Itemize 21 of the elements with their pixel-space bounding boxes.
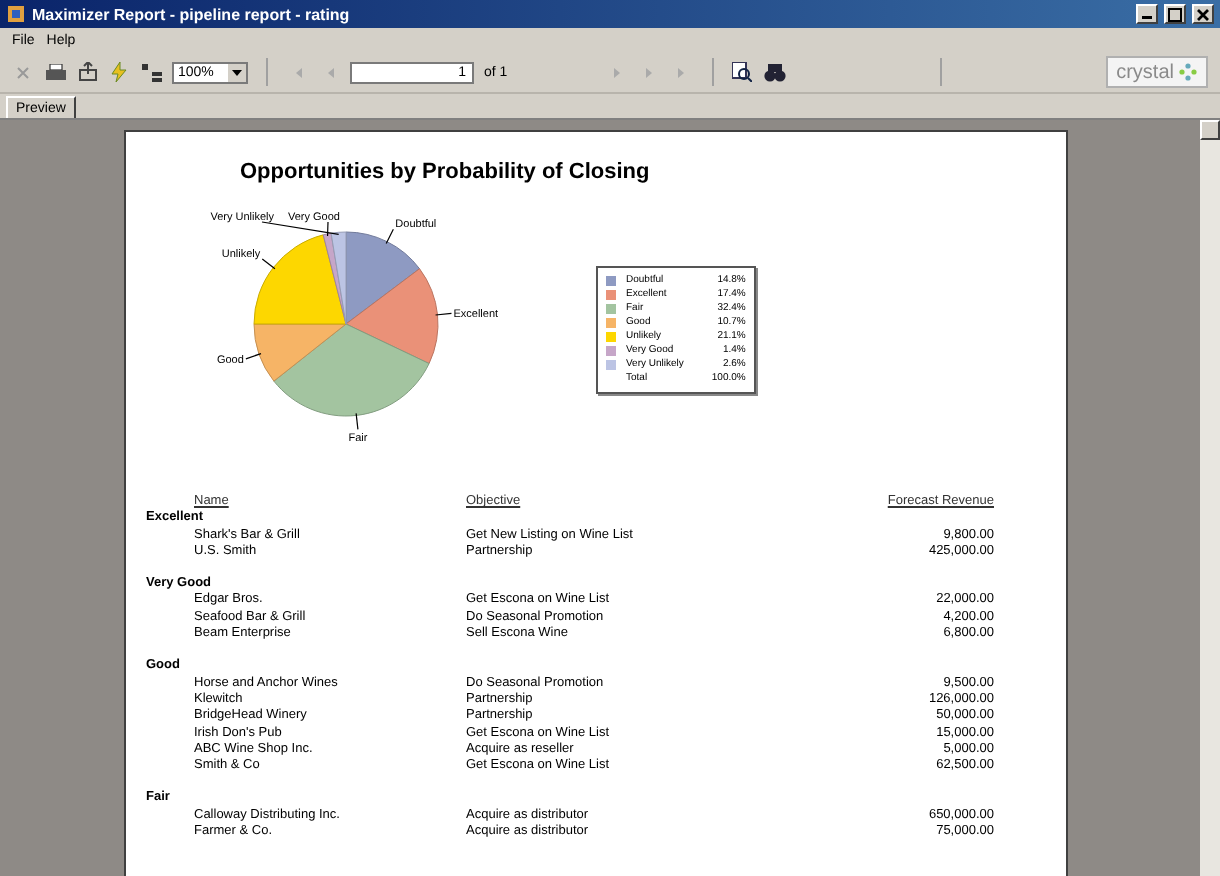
app-icon xyxy=(6,4,26,24)
brand-logo: crystal xyxy=(1106,56,1208,88)
close-icon xyxy=(1196,7,1210,21)
leader-line xyxy=(245,352,262,360)
maximize-button[interactable] xyxy=(1164,4,1186,24)
search-icon[interactable] xyxy=(763,60,786,84)
window-title: Maximizer Report - pipeline report - rating xyxy=(32,5,352,23)
leader-line xyxy=(385,228,394,245)
export-icon[interactable] xyxy=(76,60,98,84)
leader-line xyxy=(355,412,359,430)
maximize-icon xyxy=(1168,7,1182,21)
scrollbar[interactable] xyxy=(1200,120,1220,876)
chart-title: Opportunities by Probability of Closing xyxy=(240,160,652,184)
leader-line xyxy=(434,312,453,316)
leader-line xyxy=(261,258,276,270)
dropdown-arrow-icon xyxy=(228,63,246,81)
printer-icon[interactable] xyxy=(44,60,66,84)
minimize-button[interactable] xyxy=(1136,4,1158,24)
close-button[interactable] xyxy=(1192,4,1214,24)
zoom-page-icon[interactable] xyxy=(731,60,754,84)
tree-icon[interactable] xyxy=(140,60,162,84)
